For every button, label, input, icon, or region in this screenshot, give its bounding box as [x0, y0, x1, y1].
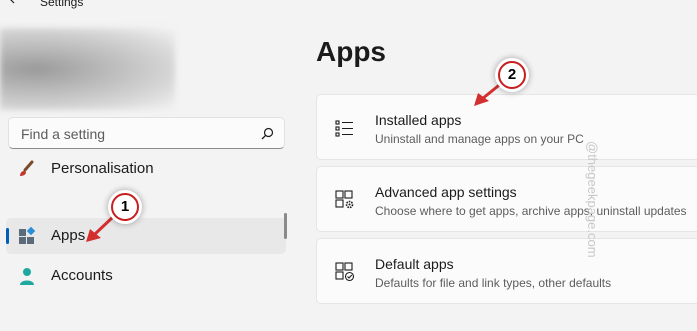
- search-input[interactable]: [19, 125, 253, 143]
- callout-1: 1: [111, 193, 139, 221]
- card-description: Uninstall and manage apps on your PC: [375, 132, 584, 146]
- card-installed-apps[interactable]: Installed apps Uninstall and manage apps…: [316, 94, 697, 160]
- card-description: Defaults for file and link types, other …: [375, 276, 612, 290]
- sidebar-item-apps[interactable]: Apps: [6, 218, 286, 254]
- watermark: @thegeekpage.com: [585, 141, 600, 258]
- paintbrush-icon: [20, 160, 34, 176]
- search-icon[interactable]: [261, 127, 274, 140]
- selection-indicator: [6, 228, 9, 244]
- search-box[interactable]: [8, 117, 285, 149]
- apps-icon: [19, 226, 36, 244]
- card-title: Installed apps: [375, 112, 462, 128]
- sidebar: Personalisation Apps Accounts: [0, 0, 300, 285]
- installed-apps-icon: [335, 120, 353, 137]
- user-profile-avatar[interactable]: [0, 28, 175, 110]
- card-title: Advanced app settings: [375, 184, 517, 200]
- sidebar-item-label: Apps: [51, 227, 86, 244]
- accounts-icon: [20, 268, 34, 285]
- sidebar-item-label: Personalisation: [51, 160, 154, 177]
- page-title: Apps: [316, 36, 386, 67]
- sidebar-item-personalisation[interactable]: Personalisation: [6, 151, 286, 187]
- sidebar-item-label: Accounts: [51, 267, 113, 284]
- sidebar-scrollbar[interactable]: [284, 213, 287, 239]
- sidebar-item-accounts[interactable]: Accounts: [6, 258, 286, 294]
- card-default-apps[interactable]: Default apps Defaults for file and link …: [316, 238, 697, 304]
- advanced-app-settings-icon: [335, 190, 354, 209]
- card-title: Default apps: [375, 256, 454, 272]
- card-description: Choose where to get apps, archive apps, …: [375, 204, 687, 218]
- default-apps-icon: [335, 262, 355, 282]
- callout-2: 2: [498, 61, 526, 89]
- card-advanced-app-settings[interactable]: Advanced app settings Choose where to ge…: [316, 166, 697, 232]
